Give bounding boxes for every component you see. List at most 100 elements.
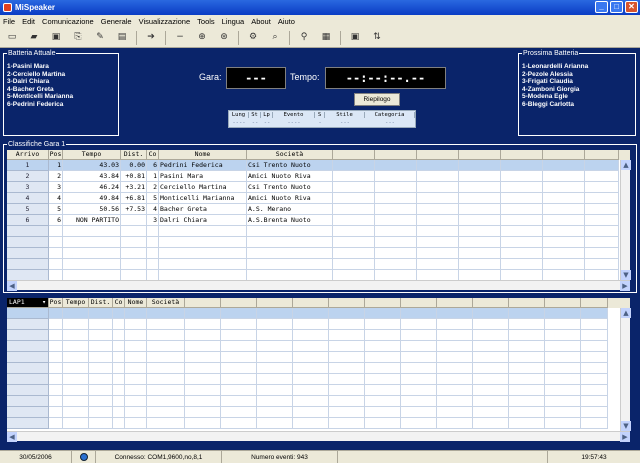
lap-col-nome[interactable]: Nome: [125, 298, 147, 308]
close-button[interactable]: ✕: [625, 1, 638, 13]
lap-row[interactable]: [7, 374, 630, 385]
table-cell: [401, 418, 437, 429]
table-cell: [501, 215, 543, 226]
table-row[interactable]: 4 4 49.84 +6.81 5 Monticelli Marianna Amici Nu…: [7, 193, 630, 204]
table-cell: [113, 341, 125, 352]
classifiche-vscroll[interactable]: ▲ ▼: [620, 160, 631, 280]
table-cell: [437, 418, 473, 429]
menu-generale[interactable]: Generale: [101, 17, 132, 26]
table-row[interactable]: [7, 259, 630, 270]
new-file-icon[interactable]: ▭: [4, 30, 20, 46]
menu-tools[interactable]: Tools: [197, 17, 215, 26]
table-cell: [293, 363, 329, 374]
table-cell: [581, 385, 608, 396]
print-setup-icon[interactable]: ⎘: [70, 30, 86, 46]
lap-col-co[interactable]: Co: [113, 298, 125, 308]
table-row[interactable]: 2 2 43.84 +0.81 1 Pasini Mara Amici Nuoto Riva: [7, 171, 630, 182]
search-doc-icon[interactable]: ⌕: [267, 30, 283, 46]
lap-col-pos[interactable]: Pos: [49, 298, 63, 308]
table-row[interactable]: 5 5 50.56 +7.53 4 Bacher Greta A.S. Merano: [7, 204, 630, 215]
target-icon[interactable]: ⊕: [194, 30, 210, 46]
table-row[interactable]: 1 1 43.03 0.00 6 Pedrini Federica Csi Trento N…: [7, 160, 630, 171]
menu-aiuto[interactable]: Aiuto: [278, 17, 295, 26]
gear-icon[interactable]: ⚙: [245, 30, 261, 46]
lap-col-dist[interactable]: Dist.: [89, 298, 113, 308]
lap-row[interactable]: [7, 308, 630, 319]
col-nome[interactable]: Nome: [159, 150, 247, 160]
scroll-right-icon[interactable]: ▶: [620, 432, 630, 442]
table-cell: [581, 418, 608, 429]
table-cell: [417, 226, 459, 237]
table-row[interactable]: 3 3 46.24 +3.21 2 Cerciello Martina Csi Trento…: [7, 182, 630, 193]
menu-visualizzazione[interactable]: Visualizzazione: [139, 17, 191, 26]
sort-icon[interactable]: ⇅: [369, 30, 385, 46]
open-folder-icon[interactable]: ▰: [26, 30, 42, 46]
table-cell: [509, 352, 545, 363]
col-arrivo[interactable]: Arrivo: [7, 150, 49, 160]
scroll-up-icon[interactable]: ▲: [621, 160, 631, 170]
lap-row[interactable]: [7, 330, 630, 341]
table-cell: [401, 385, 437, 396]
lap-col-societa[interactable]: Società: [147, 298, 185, 308]
scroll-down-icon[interactable]: ▼: [621, 421, 631, 431]
table-cell: [147, 330, 185, 341]
col-tempo[interactable]: Tempo: [63, 150, 121, 160]
lap-hscroll[interactable]: ◀ ▶: [7, 431, 630, 442]
menu-edit[interactable]: Edit: [22, 17, 35, 26]
menu-file[interactable]: File: [3, 17, 15, 26]
lap-row[interactable]: [7, 396, 630, 407]
scroll-left-icon[interactable]: ◀: [7, 432, 17, 442]
lap-row[interactable]: [7, 385, 630, 396]
table-row[interactable]: [7, 226, 630, 237]
crosshair-icon[interactable]: ⊛: [216, 30, 232, 46]
table-cell: [293, 341, 329, 352]
lap-row[interactable]: [7, 363, 630, 374]
tools-icon[interactable]: ✎: [92, 30, 108, 46]
col-co[interactable]: Co: [147, 150, 159, 160]
col-pos[interactable]: Pos: [49, 150, 63, 160]
table-cell: [375, 160, 417, 171]
scroll-down-icon[interactable]: ▼: [621, 270, 631, 280]
lap-row[interactable]: [7, 352, 630, 363]
table-row[interactable]: [7, 248, 630, 259]
table-cell: [501, 259, 543, 270]
col-societa[interactable]: Società: [247, 150, 333, 160]
scroll-up-icon[interactable]: ▲: [621, 308, 631, 318]
table-cell: [147, 259, 159, 270]
table-cell: [293, 352, 329, 363]
table-cell: [543, 182, 585, 193]
table-cell: 1: [147, 171, 159, 182]
menu-about[interactable]: About: [251, 17, 271, 26]
maximize-button[interactable]: □: [610, 1, 623, 13]
lap-row[interactable]: [7, 418, 630, 429]
minimize-button[interactable]: _: [595, 1, 608, 13]
scroll-left-icon[interactable]: ◀: [7, 281, 17, 291]
table-cell: [543, 259, 585, 270]
document-icon[interactable]: ▤: [114, 30, 130, 46]
menu-comunicazione[interactable]: Comunicazione: [42, 17, 94, 26]
table-cell: [401, 341, 437, 352]
lap-row[interactable]: [7, 407, 630, 418]
table-cell: [365, 308, 401, 319]
lap-row[interactable]: [7, 319, 630, 330]
lap-row[interactable]: [7, 341, 630, 352]
table-cell: [113, 319, 125, 330]
export-icon[interactable]: ➔: [143, 30, 159, 46]
chevron-down-icon[interactable]: ▾: [42, 298, 46, 307]
scroll-right-icon[interactable]: ▶: [620, 281, 630, 291]
menu-lingua[interactable]: Lingua: [222, 17, 245, 26]
lap-col-tempo[interactable]: Tempo: [63, 298, 89, 308]
table-row[interactable]: 6 6 NON PARTITO 3 Dalri Chiara A.S.Brenta Nuo…: [7, 215, 630, 226]
save-icon[interactable]: ▣: [48, 30, 64, 46]
riepilogo-button[interactable]: Riepilogo: [354, 93, 400, 106]
lap-vscroll[interactable]: ▲ ▼: [620, 308, 631, 431]
binoculars-icon[interactable]: ⚲: [296, 30, 312, 46]
minus-icon[interactable]: −: [172, 30, 188, 46]
lap-selector[interactable]: LAP1 ▾: [7, 298, 49, 308]
classifiche-hscroll[interactable]: ◀ ▶: [7, 280, 630, 291]
table-row[interactable]: [7, 237, 630, 248]
monitor-icon[interactable]: ▣: [347, 30, 363, 46]
col-dist[interactable]: Dist.: [121, 150, 147, 160]
table-cell: [365, 341, 401, 352]
preview-icon[interactable]: ▦: [318, 30, 334, 46]
